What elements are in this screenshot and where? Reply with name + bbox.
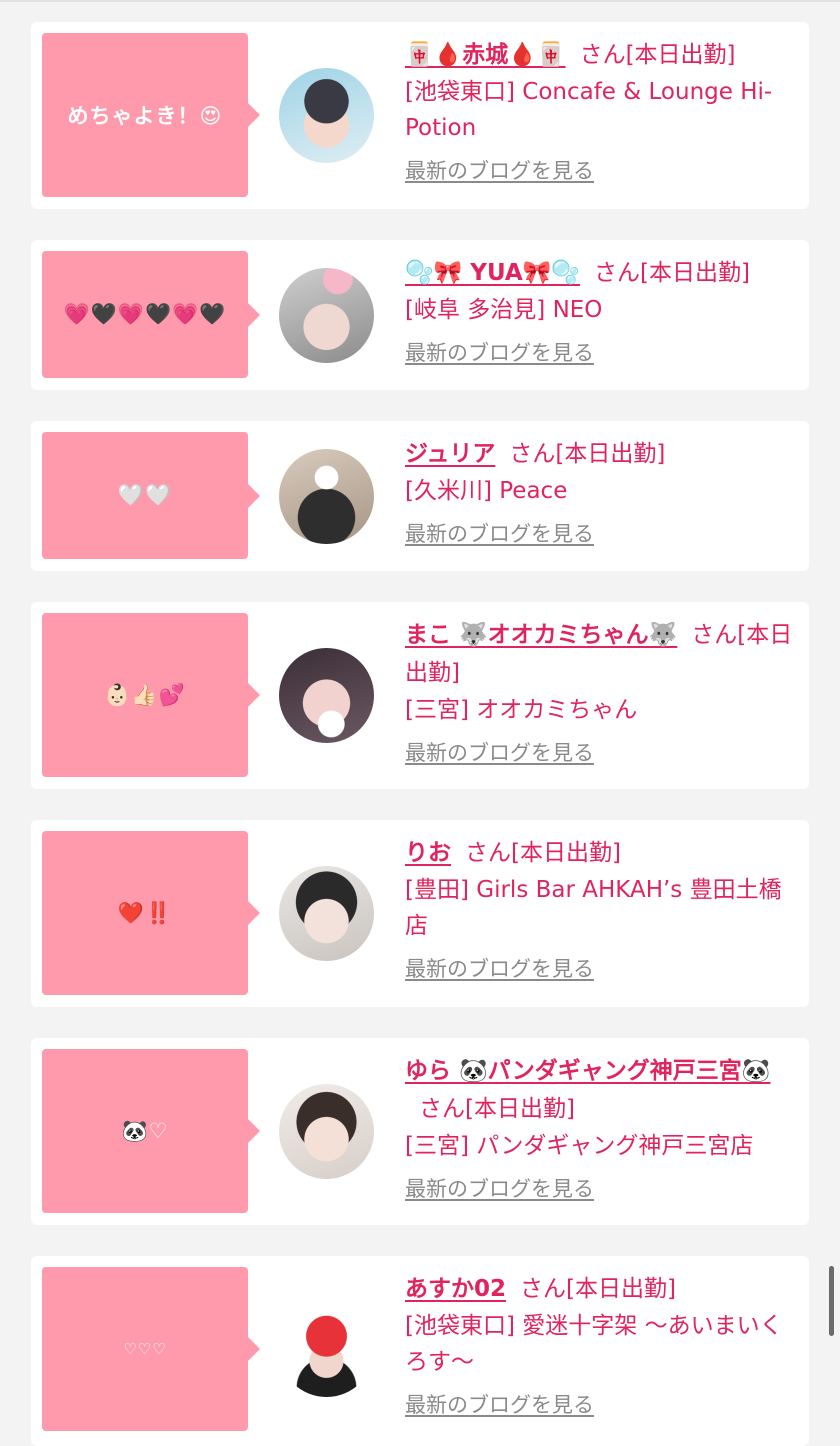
comment-bubble: 🐼♡ [42, 1049, 260, 1213]
avatar[interactable] [279, 1302, 374, 1397]
cast-card: 🐼♡ ゆら 🐼パンダギャング神戸三宮🐼 さん[本日出勤] [三宮] パンダギャング… [31, 1038, 809, 1225]
latest-blog-link[interactable]: 最新のブログを見る [405, 1390, 594, 1420]
latest-blog-link[interactable]: 最新のブログを見る [405, 338, 594, 368]
status-label: [本日出勤] [639, 260, 750, 286]
status-label: [本日出勤] [465, 1096, 575, 1122]
latest-blog-link[interactable]: 最新のブログを見る [405, 738, 594, 768]
san-label: さん [579, 42, 626, 68]
cast-name-link[interactable]: ゆら 🐼パンダギャング神戸三宮🐼 [405, 1058, 770, 1084]
latest-blog-link[interactable]: 最新のブログを見る [405, 156, 594, 186]
comment-text: めちゃよき！😍 [67, 104, 223, 128]
cast-card: ❤️‼️ りお さん[本日出勤] [豊田] Girls Bar AHKAH’s 豊… [31, 820, 809, 1007]
san-label: さん [419, 1096, 465, 1122]
store-name: [三宮] パンダギャング神戸三宮店 [405, 1133, 754, 1159]
status-label: [本日出勤] [625, 42, 736, 68]
cast-card: 💗🖤💗🖤💗🖤 🫧🎀 YUA🎀🫧 さん[本日出勤] [岐阜 多治見] NEO 最新の… [31, 240, 809, 390]
cast-name-link[interactable]: まこ 🐺オオカミちゃん🐺 [405, 622, 677, 648]
avatar[interactable] [279, 648, 374, 743]
cast-card: 👶🏻👍🏻💕 まこ 🐺オオカミちゃん🐺 さん[本日出勤] [三宮] オオカミちゃん … [31, 602, 809, 789]
comment-text: ♡♡♡ [123, 1340, 167, 1358]
san-label: さん [520, 1276, 567, 1302]
cast-card: ♡♡♡ あすか02 さん[本日出勤] [池袋東口] 愛迷十字架 〜あいまいくろす〜… [31, 1256, 809, 1446]
store-name: [池袋東口] 愛迷十字架 〜あいまいくろす〜 [405, 1313, 783, 1375]
cast-card: めちゃよき！😍 🀄🩸赤城🩸🀄 さん[本日出勤] [池袋東口] Concafe & … [31, 22, 809, 209]
san-label: さん [593, 260, 640, 286]
comment-bubble: めちゃよき！😍 [42, 33, 260, 197]
scrollbar[interactable] [829, 1266, 834, 1336]
avatar[interactable] [279, 1084, 374, 1179]
san-label: さん [465, 840, 511, 866]
cast-name-link[interactable]: あすか02 [405, 1276, 506, 1302]
status-label: [本日出勤] [555, 441, 666, 467]
comment-bubble: ❤️‼️ [42, 831, 260, 995]
comment-bubble: 👶🏻👍🏻💕 [42, 613, 260, 777]
avatar[interactable] [279, 866, 374, 961]
comment-text: ❤️‼️ [117, 900, 173, 925]
comment-text: 🤍🤍 [117, 483, 173, 507]
store-name: [豊田] Girls Bar AHKAH’s 豊田土橋店 [405, 877, 782, 939]
store-name: [池袋東口] Concafe & Lounge Hi-Potion [405, 79, 773, 141]
avatar[interactable] [279, 68, 374, 163]
comment-text: 🐼♡ [121, 1118, 169, 1143]
comment-bubble: 🤍🤍 [42, 432, 260, 559]
store-name: [岐阜 多治見] NEO [405, 297, 603, 323]
san-label: さん [691, 622, 738, 648]
comment-bubble: ♡♡♡ [42, 1267, 260, 1431]
latest-blog-link[interactable]: 最新のブログを見る [405, 1174, 594, 1204]
store-name: [三宮] オオカミちゃん [405, 697, 638, 723]
comment-text: 👶🏻👍🏻💕 [104, 682, 186, 707]
comment-text: 💗🖤💗🖤💗🖤 [63, 302, 227, 326]
status-label: [本日出勤] [511, 840, 621, 866]
latest-blog-link[interactable]: 最新のブログを見る [405, 954, 594, 984]
cast-name-link[interactable]: ジュリア [405, 441, 495, 467]
avatar[interactable] [279, 449, 374, 544]
store-name: [久米川] Peace [405, 478, 568, 504]
cast-name-link[interactable]: りお [405, 840, 451, 866]
cast-name-link[interactable]: 🫧🎀 YUA🎀🫧 [405, 260, 580, 286]
status-label: [本日出勤] [566, 1276, 676, 1302]
top-divider [0, 0, 840, 2]
san-label: さん [509, 441, 556, 467]
latest-blog-link[interactable]: 最新のブログを見る [405, 519, 594, 549]
comment-bubble: 💗🖤💗🖤💗🖤 [42, 251, 260, 378]
avatar[interactable] [279, 268, 374, 363]
cast-card: 🤍🤍 ジュリア さん[本日出勤] [久米川] Peace 最新のブログを見る [31, 421, 809, 571]
cast-name-link[interactable]: 🀄🩸赤城🩸🀄 [405, 42, 566, 68]
